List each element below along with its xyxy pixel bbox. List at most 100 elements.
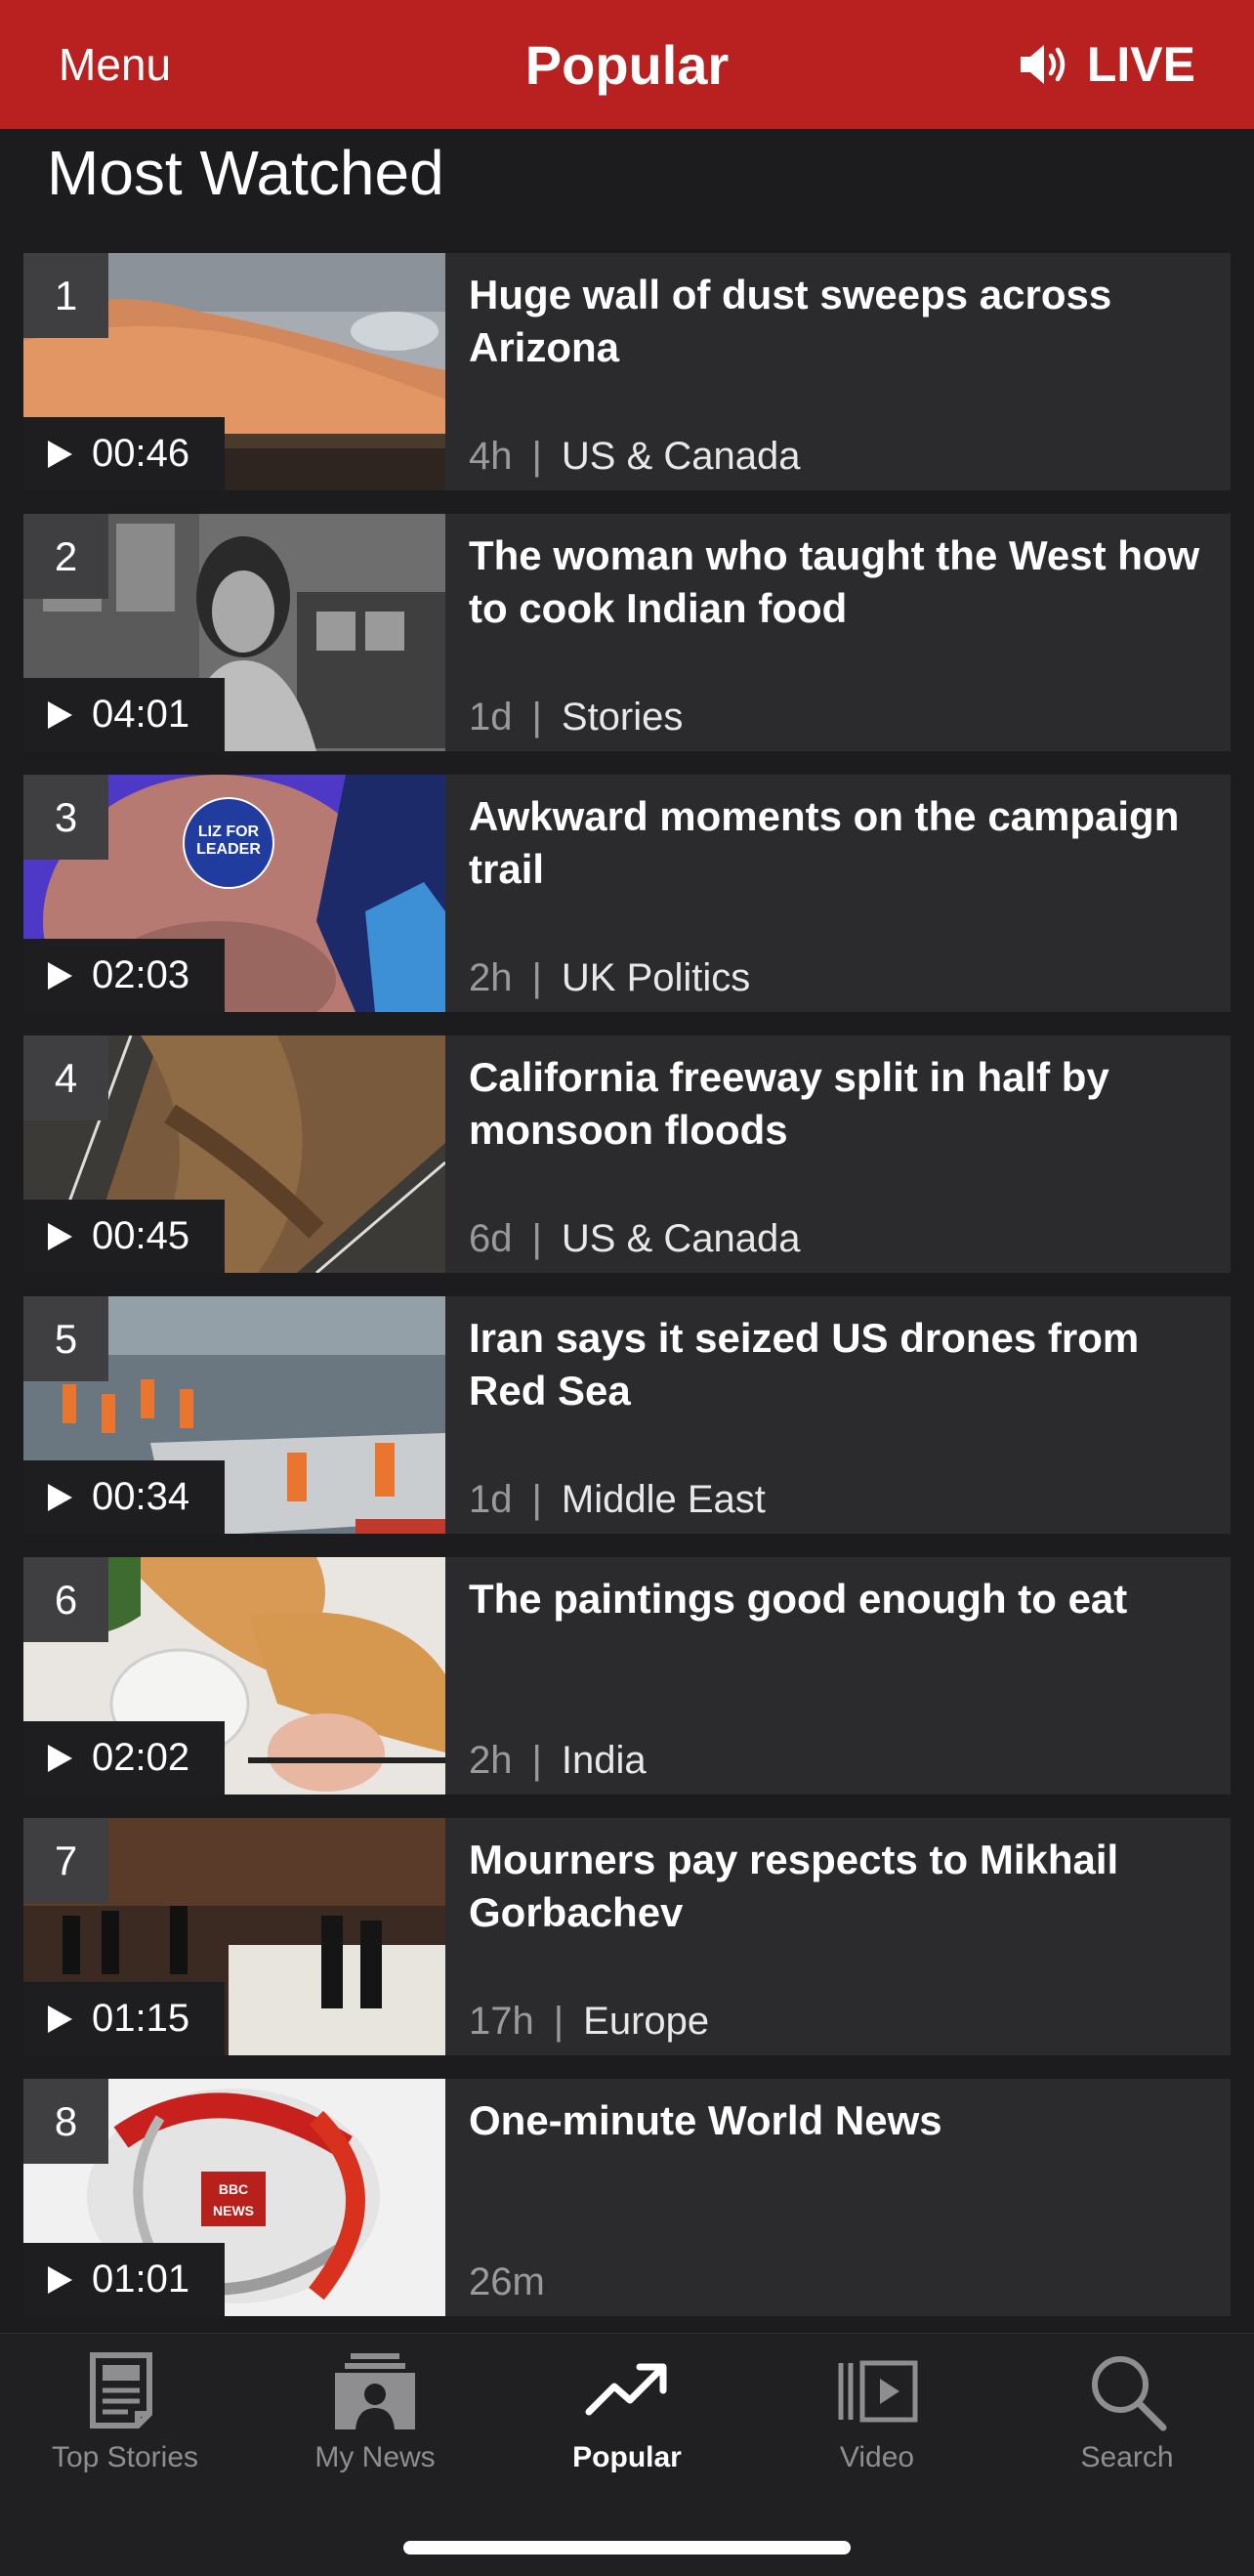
item-headline: Iran says it seized US drones from Red S… [469,1315,1140,1414]
rank-badge: 8 [23,2079,108,2164]
newspaper-icon [90,2352,152,2428]
tab-video[interactable]: Video [770,2347,984,2484]
list-item[interactable]: BBC NEWS 8 01:01 One-minute World News 2… [23,2079,1231,2316]
item-meta: 17h | Europe [469,1997,709,2046]
item-category[interactable]: US & Canada [562,1214,801,1263]
play-icon [48,2005,72,2033]
play-icon [48,1222,72,1250]
duration-badge: 01:15 [23,1982,225,2055]
item-meta: 4h | US & Canada [469,432,800,481]
item-age: 1d [469,696,513,739]
video-icon [838,2360,918,2423]
tab-popular[interactable]: Popular [520,2347,734,2484]
item-headline: Mourners pay respects to Mikhail Gorbach… [469,1837,1119,1935]
rank-badge: 2 [23,514,108,599]
duration-badge: 02:02 [23,1721,225,1795]
video-thumbnail: LIZ FOR LEADER 3 02:03 [23,775,445,1012]
list-item[interactable]: 1 00:46 Huge wall of dust sweeps across … [23,253,1231,490]
item-headline: California freeway split in half by mons… [469,1054,1109,1153]
list-item[interactable]: 2 04:01 The woman who taught the West ho… [23,514,1231,751]
video-thumbnail: 1 00:46 [23,253,445,490]
item-age: 26m [469,2260,545,2303]
list-item[interactable]: 6 02:02 The paintings good enough to eat… [23,1557,1231,1795]
list-item[interactable]: 7 01:15 Mourners pay respects to Mikhail… [23,1818,1231,2055]
play-icon [48,700,72,729]
meta-separator: | [553,2000,564,2043]
tab-label: Search [1080,2441,1174,2473]
video-thumbnail: 4 00:45 [23,1035,445,1273]
item-category[interactable]: Stories [562,693,684,741]
meta-separator: | [531,1478,542,1521]
tab-bar: Top Stories My News Popular Video Search [0,2333,1254,2576]
meta-separator: | [531,956,542,999]
svg-text:LEADER: LEADER [196,841,261,858]
live-label: LIVE [1086,37,1195,92]
item-age: 6d [469,1217,513,1260]
item-meta: 2h | India [469,1736,647,1785]
rank-badge: 7 [23,1818,108,1903]
item-meta: 26m [469,2258,545,2306]
live-button[interactable]: LIVE [1017,36,1195,93]
speaker-icon [1020,45,1066,84]
meta-separator: | [531,1739,542,1782]
tab-search[interactable]: Search [1020,2347,1234,2484]
duration-badge: 00:45 [23,1200,225,1273]
home-indicator[interactable] [403,2541,851,2555]
video-thumbnail: 5 00:34 [23,1296,445,1534]
tab-my-news[interactable]: My News [268,2347,482,2484]
rank-badge: 6 [23,1557,108,1642]
duration-badge: 04:01 [23,678,225,751]
meta-separator: | [531,435,542,478]
item-category[interactable]: Middle East [562,1475,766,1524]
item-category[interactable]: India [562,1736,647,1785]
list-item[interactable]: 4 00:45 California freeway split in half… [23,1035,1231,1273]
item-category[interactable]: Europe [583,1997,709,2046]
item-headline: The woman who taught the West how to coo… [469,532,1200,631]
rank-badge: 1 [23,253,108,338]
duration-badge: 02:03 [23,939,225,1012]
list-item[interactable]: 5 00:34 Iran says it seized US drones fr… [23,1296,1231,1534]
rank-badge: 4 [23,1035,108,1120]
duration-badge: 01:01 [23,2243,225,2316]
meta-separator: | [531,696,542,739]
top-bar: Menu Popular LIVE [0,0,1254,129]
svg-text:NEWS: NEWS [213,2203,254,2218]
item-category[interactable]: UK Politics [562,953,750,1002]
item-category[interactable]: US & Canada [562,432,801,481]
tab-label: Top Stories [51,2441,199,2473]
search-icon [1092,2356,1167,2431]
video-list: 1 00:46 Huge wall of dust sweeps across … [23,253,1231,2340]
item-age: 2h [469,956,513,999]
rank-badge: 3 [23,775,108,860]
meta-separator: | [531,1217,542,1260]
play-icon [48,961,72,990]
svg-text:BBC: BBC [219,2181,248,2197]
list-item[interactable]: LIZ FOR LEADER 3 02:03 Awkward moments o… [23,775,1231,1012]
item-age: 17h [469,2000,534,2043]
tab-label: Popular [572,2441,682,2473]
my-news-icon [335,2353,415,2429]
duration-badge: 00:46 [23,417,225,490]
play-icon [48,440,72,468]
menu-button[interactable]: Menu [59,38,171,91]
item-meta: 6d | US & Canada [469,1214,800,1263]
item-meta: 1d | Middle East [469,1475,766,1524]
item-age: 1d [469,1478,513,1521]
rank-badge: 5 [23,1296,108,1381]
item-headline: One-minute World News [469,2097,942,2143]
item-headline: Awkward moments on the campaign trail [469,793,1180,892]
video-thumbnail: 6 02:02 [23,1557,445,1795]
tab-label: My News [314,2441,436,2473]
video-thumbnail: BBC NEWS 8 01:01 [23,2079,445,2316]
item-headline: Huge wall of dust sweeps across Arizona [469,272,1112,370]
play-icon [48,1483,72,1511]
tab-top-stories[interactable]: Top Stories [18,2347,232,2484]
item-age: 4h [469,435,513,478]
section-heading: Most Watched [47,138,444,208]
svg-text:LIZ FOR: LIZ FOR [198,823,260,840]
video-thumbnail: 2 04:01 [23,514,445,751]
play-icon [48,2265,72,2294]
trending-icon [585,2363,667,2416]
item-age: 2h [469,1739,513,1782]
play-icon [48,1744,72,1772]
